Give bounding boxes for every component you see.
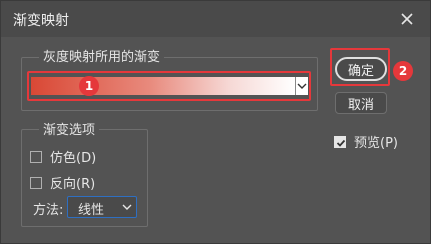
title-bar: 渐变映射	[1, 1, 430, 37]
chevron-down-icon	[122, 204, 132, 210]
preview-label: 预览(P)	[354, 136, 398, 151]
dither-checkbox[interactable]	[30, 150, 42, 163]
ok-button[interactable]: 确定	[335, 57, 387, 81]
method-select-value: 线性	[78, 203, 105, 218]
gradient-preview-bar[interactable]	[31, 77, 295, 95]
chevron-down-icon	[297, 83, 307, 89]
dialog-title: 渐变映射	[13, 13, 69, 29]
step-badge-1: 1	[79, 76, 99, 96]
gradient-map-dialog: 渐变映射 灰度映射所用的渐变 1 确定 2 取消 预览(P) 渐变选项 仿色(D…	[0, 0, 431, 244]
reverse-checkbox[interactable]	[30, 176, 42, 189]
reverse-checkbox-row[interactable]: 反向(R)	[30, 173, 95, 192]
reverse-label: 反向(R)	[50, 177, 96, 192]
gradient-group-label: 灰度映射所用的渐变	[39, 46, 165, 65]
gradient-options-label: 渐变选项	[39, 119, 100, 138]
method-select[interactable]: 线性	[67, 196, 137, 218]
gradient-dropdown-button[interactable]	[295, 77, 308, 95]
close-icon[interactable]	[399, 11, 415, 27]
cancel-button[interactable]: 取消	[335, 92, 387, 114]
checkmark-icon	[336, 139, 346, 147]
dither-label: 仿色(D)	[50, 151, 97, 166]
dither-checkbox-row[interactable]: 仿色(D)	[30, 147, 96, 166]
step-badge-2: 2	[393, 61, 413, 81]
gradient-picker-highlight	[27, 71, 311, 101]
preview-checkbox-row[interactable]: 预览(P)	[334, 132, 398, 151]
preview-checkbox[interactable]	[334, 135, 346, 148]
method-label: 方法:	[33, 203, 64, 218]
